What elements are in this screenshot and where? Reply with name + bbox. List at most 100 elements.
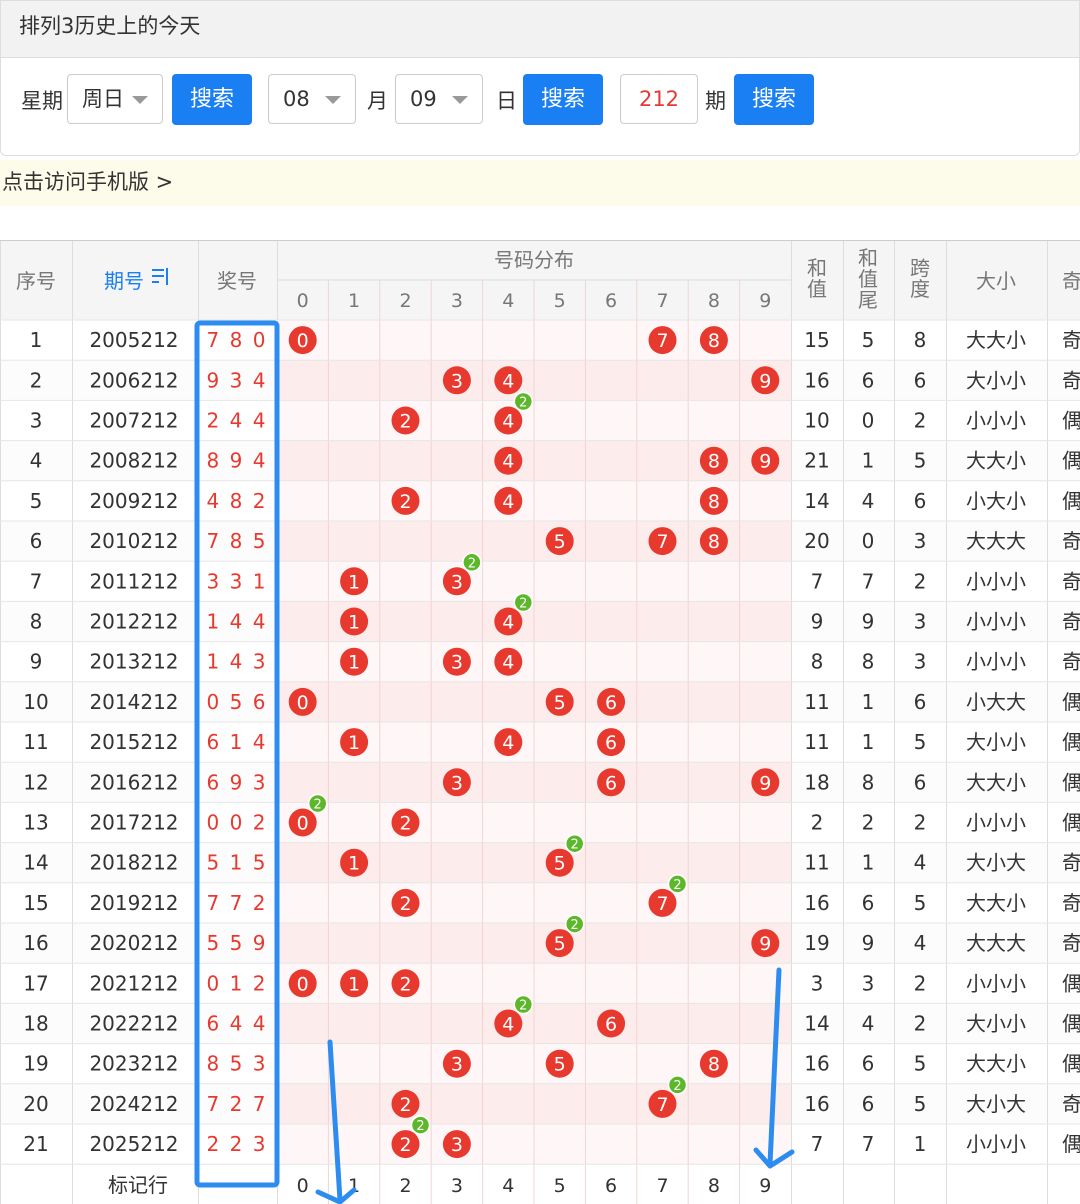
number-ball-label: 7 bbox=[656, 531, 668, 553]
row-parity: 偶 bbox=[1062, 770, 1080, 794]
number-ball-label: 3 bbox=[451, 772, 463, 794]
day-select[interactable]: 09 bbox=[395, 74, 483, 124]
row-seq: 12 bbox=[23, 770, 48, 794]
footer-digit[interactable]: 9 bbox=[759, 1175, 771, 1197]
row-seq: 18 bbox=[23, 1012, 48, 1036]
row-size: 大大小 bbox=[966, 328, 1026, 352]
row-issue: 2014212 bbox=[89, 690, 178, 714]
row-sum-tail: 5 bbox=[862, 328, 875, 352]
row-size: 大小小 bbox=[966, 1012, 1026, 1036]
number-ball-label: 4 bbox=[502, 1014, 514, 1036]
row-size: 大大大 bbox=[966, 529, 1026, 553]
row-span: 2 bbox=[914, 409, 927, 433]
number-ball-label: 6 bbox=[605, 732, 617, 754]
row-span: 3 bbox=[914, 650, 927, 674]
number-ball-label: 7 bbox=[656, 893, 668, 915]
date-search-button[interactable]: 搜索 bbox=[523, 74, 603, 125]
row-sum-tail: 1 bbox=[862, 690, 875, 714]
row-prize: 7 8 5 bbox=[207, 529, 268, 553]
row-prize: 7 7 2 bbox=[207, 891, 268, 915]
footer-digit[interactable]: 8 bbox=[708, 1175, 720, 1197]
header-digit: 1 bbox=[348, 290, 360, 312]
row-prize: 2 2 3 bbox=[207, 1132, 268, 1156]
footer-digit[interactable]: 6 bbox=[605, 1175, 617, 1197]
footer-digit[interactable]: 2 bbox=[399, 1175, 411, 1197]
row-issue: 2009212 bbox=[89, 489, 178, 513]
row-span: 6 bbox=[914, 690, 927, 714]
row-size: 大大小 bbox=[966, 891, 1026, 915]
number-ball-label: 1 bbox=[348, 652, 360, 674]
row-sum: 11 bbox=[804, 730, 829, 754]
number-ball-label: 0 bbox=[297, 330, 309, 352]
number-ball-label: 1 bbox=[348, 732, 360, 754]
row-issue: 2017212 bbox=[89, 811, 178, 835]
row-sum-tail: 6 bbox=[862, 891, 875, 915]
row-span: 5 bbox=[914, 449, 927, 473]
number-ball-label: 2 bbox=[399, 1094, 411, 1116]
row-parity: 偶 bbox=[1062, 409, 1080, 433]
arrow-annotation bbox=[315, 1187, 357, 1204]
footer-digit[interactable]: 3 bbox=[451, 1175, 463, 1197]
mobile-version-link[interactable]: 点击访问手机版 > bbox=[0, 160, 1080, 206]
weekday-select[interactable]: 周日 bbox=[67, 74, 163, 124]
row-parity: 偶 bbox=[1062, 449, 1080, 473]
weekday-search-button[interactable]: 搜索 bbox=[172, 74, 252, 125]
repeat-badge-label: 2 bbox=[468, 556, 476, 571]
month-label: 月 bbox=[367, 89, 388, 113]
number-ball-label: 5 bbox=[554, 531, 566, 553]
row-issue: 2021212 bbox=[89, 971, 178, 995]
period-input[interactable]: 212 bbox=[620, 74, 698, 124]
row-span: 2 bbox=[914, 971, 927, 995]
number-ball-label: 5 bbox=[554, 853, 566, 875]
header-digit: 2 bbox=[399, 290, 411, 312]
number-ball-label: 7 bbox=[656, 330, 668, 352]
row-size: 大小小 bbox=[966, 368, 1026, 392]
number-ball-label: 1 bbox=[348, 973, 360, 995]
row-span: 6 bbox=[914, 489, 927, 513]
row-size: 小小小 bbox=[966, 610, 1026, 634]
day-value: 09 bbox=[410, 87, 437, 111]
row-issue: 2024212 bbox=[89, 1092, 178, 1116]
row-size: 小小小 bbox=[966, 971, 1026, 995]
header-issue[interactable]: 期号 bbox=[104, 269, 144, 293]
row-seq: 4 bbox=[30, 449, 43, 473]
footer-digit[interactable]: 0 bbox=[297, 1175, 309, 1197]
row-parity: 偶 bbox=[1062, 690, 1080, 714]
row-sum: 7 bbox=[811, 1132, 824, 1156]
row-span: 2 bbox=[914, 569, 927, 593]
row-size: 大大小 bbox=[966, 770, 1026, 794]
row-span: 5 bbox=[914, 730, 927, 754]
repeat-badge-label: 2 bbox=[314, 798, 322, 813]
row-prize: 2 4 4 bbox=[207, 409, 268, 433]
number-ball-label: 4 bbox=[502, 491, 514, 513]
row-sum: 3 bbox=[811, 971, 824, 995]
number-ball-label: 7 bbox=[656, 1094, 668, 1116]
row-issue: 2019212 bbox=[89, 891, 178, 915]
row-size: 大大小 bbox=[966, 1052, 1026, 1076]
period-search-button[interactable]: 搜索 bbox=[734, 74, 814, 125]
row-size: 小小小 bbox=[966, 811, 1026, 835]
number-ball-label: 3 bbox=[451, 370, 463, 392]
row-span: 5 bbox=[914, 1052, 927, 1076]
repeat-badge-label: 2 bbox=[571, 918, 579, 933]
chevron-down-icon bbox=[132, 96, 148, 104]
row-sum: 10 bbox=[804, 409, 829, 433]
footer-digit[interactable]: 5 bbox=[554, 1175, 566, 1197]
month-select[interactable]: 08 bbox=[268, 74, 356, 124]
row-sum: 11 bbox=[804, 690, 829, 714]
row-sum-tail: 0 bbox=[862, 409, 875, 433]
row-sum-tail: 8 bbox=[862, 650, 875, 674]
number-ball-label: 5 bbox=[554, 1054, 566, 1076]
row-span: 1 bbox=[914, 1132, 927, 1156]
row-span: 5 bbox=[914, 1092, 927, 1116]
header-digit: 8 bbox=[708, 290, 720, 312]
row-seq: 19 bbox=[23, 1052, 48, 1076]
row-sum-tail: 0 bbox=[862, 529, 875, 553]
footer-digit[interactable]: 4 bbox=[502, 1175, 514, 1197]
footer-digit[interactable]: 7 bbox=[656, 1175, 668, 1197]
row-seq: 13 bbox=[23, 811, 48, 835]
number-ball-label: 3 bbox=[451, 1134, 463, 1156]
row-parity: 偶 bbox=[1062, 971, 1080, 995]
row-span: 5 bbox=[914, 891, 927, 915]
row-size: 小小小 bbox=[966, 1132, 1026, 1156]
